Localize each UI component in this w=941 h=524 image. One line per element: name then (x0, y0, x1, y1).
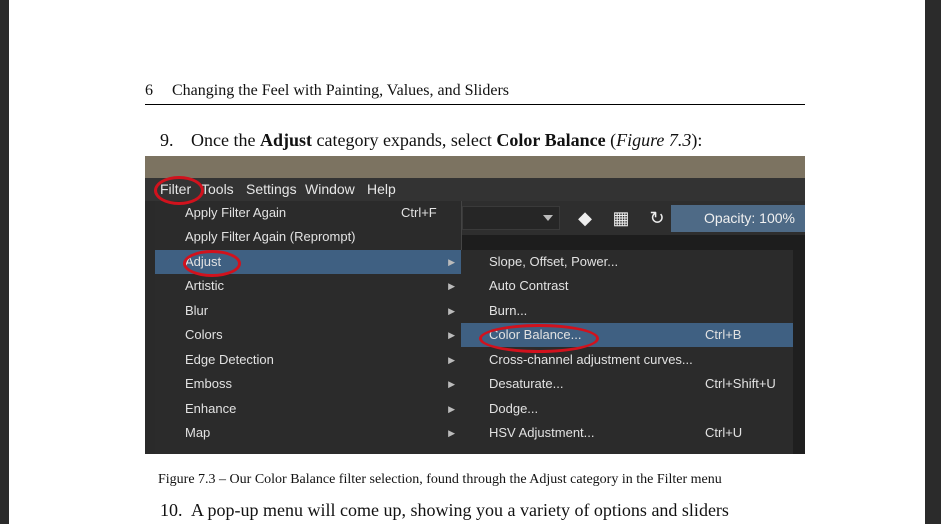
chevron-right-icon: ▶ (448, 428, 455, 438)
menu-item-hsv-adjustment[interactable]: HSV Adjustment... Ctrl+U (461, 421, 793, 445)
refresh-icon[interactable]: ↻ (646, 207, 668, 229)
step-number: 10. (160, 500, 183, 520)
chevron-right-icon: ▶ (448, 257, 455, 267)
eraser-icon[interactable]: ◆ (574, 207, 596, 229)
chevron-right-icon: ▶ (448, 379, 455, 389)
menu-item-dodge[interactable]: Dodge... (461, 397, 793, 421)
menu-item-burn[interactable]: Burn... (461, 299, 793, 323)
chevron-right-icon: ▶ (448, 355, 455, 365)
menu-item-adjust[interactable]: Adjust ▶ (155, 250, 461, 274)
adjust-submenu: Slope, Offset, Power... Auto Contrast Bu… (461, 250, 793, 454)
figure-screenshot: Filter Tools Settings Window Help ◆ ▦ ↻ … (145, 156, 805, 454)
menu-item-cross-channel-curves[interactable]: Cross-channel adjustment curves... (461, 348, 793, 372)
menu-item-apply-filter-again-reprompt[interactable]: Apply Filter Again (Reprompt) (155, 225, 461, 249)
checkerboard-icon[interactable]: ▦ (610, 207, 632, 229)
menu-item-colors[interactable]: Colors ▶ (155, 323, 461, 347)
menu-item-desaturate[interactable]: Desaturate... Ctrl+Shift+U (461, 372, 793, 396)
step-number: 9. (160, 130, 174, 150)
menu-item-slope-offset-power[interactable]: Slope, Offset, Power... (461, 250, 793, 274)
running-header: 6 Changing the Feel with Painting, Value… (145, 82, 805, 105)
menu-help[interactable]: Help (367, 181, 396, 197)
menu-item-emboss[interactable]: Emboss ▶ (155, 372, 461, 396)
menu-item-artistic[interactable]: Artistic ▶ (155, 274, 461, 298)
chapter-title: Changing the Feel with Painting, Values,… (172, 82, 510, 99)
figure-caption: Figure 7.3 – Our Color Balance filter se… (158, 472, 722, 487)
menu-item-map[interactable]: Map ▶ (155, 421, 461, 445)
chevron-right-icon: ▶ (448, 330, 455, 340)
menu-item-enhance[interactable]: Enhance ▶ (155, 397, 461, 421)
menu-filter[interactable]: Filter (160, 181, 191, 197)
step-text: Once the Adjust category expands, select… (191, 130, 703, 150)
menu-item-apply-filter-again[interactable]: Apply Filter Again Ctrl+F (155, 201, 461, 225)
opacity-slider[interactable]: Opacity: 100% (671, 205, 805, 232)
chevron-right-icon: ▶ (448, 281, 455, 291)
blend-mode-dropdown[interactable] (462, 206, 560, 230)
canvas-area (793, 250, 805, 454)
toolbar: ◆ ▦ ↻ Opacity: 100% (462, 201, 805, 235)
menu-tools[interactable]: Tools (201, 181, 234, 197)
menubar: Filter Tools Settings Window Help (145, 178, 805, 201)
step-9: 9. Once the Adjust category expands, sel… (160, 130, 800, 154)
left-dock (145, 201, 155, 454)
chevron-right-icon: ▶ (448, 306, 455, 316)
filter-menu: Apply Filter Again Ctrl+F Apply Filter A… (155, 201, 462, 454)
chevron-down-icon (543, 215, 553, 221)
chevron-right-icon: ▶ (448, 404, 455, 414)
page-number: 6 (145, 82, 153, 99)
book-page: 6 Changing the Feel with Painting, Value… (9, 0, 925, 524)
menu-item-edge-detection[interactable]: Edge Detection ▶ (155, 348, 461, 372)
menu-window[interactable]: Window (305, 181, 355, 197)
step-text: A pop-up menu will come up, showing you … (191, 500, 729, 520)
menu-item-auto-contrast[interactable]: Auto Contrast (461, 274, 793, 298)
menu-item-color-balance[interactable]: Color Balance... Ctrl+B (461, 323, 793, 347)
step-10: 10. A pop-up menu will come up, showing … (160, 500, 800, 524)
menu-settings[interactable]: Settings (246, 181, 297, 197)
window-titlebar (145, 156, 805, 178)
menu-item-blur[interactable]: Blur ▶ (155, 299, 461, 323)
